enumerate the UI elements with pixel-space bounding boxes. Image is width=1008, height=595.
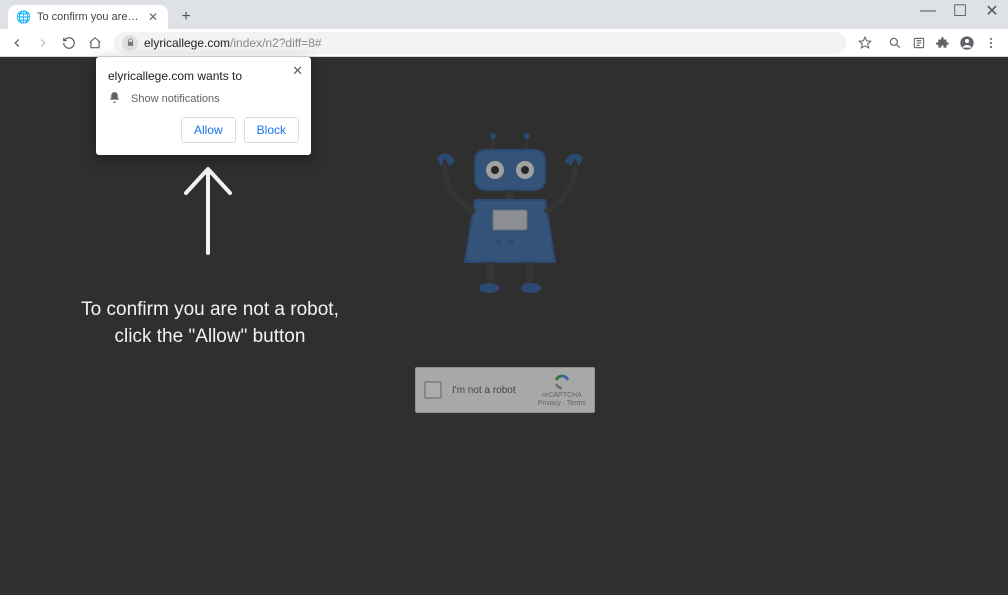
lock-icon[interactable]	[122, 35, 138, 51]
block-button[interactable]: Block	[244, 117, 299, 143]
star-icon[interactable]	[854, 32, 876, 54]
menu-icon[interactable]	[980, 32, 1002, 54]
tab-title: To confirm you are not a robot, c	[37, 11, 140, 23]
popup-origin: elyricallege.com wants to	[108, 69, 299, 83]
popup-permission-row: Show notifications	[108, 91, 299, 107]
window-controls: — ☐ ✕	[912, 0, 1008, 22]
popup-permission-text: Show notifications	[131, 93, 220, 105]
instruction-line1: To confirm you are not a robot,	[50, 297, 370, 324]
address-bar[interactable]: elyricallege.com/index/n2?diff=8#	[114, 32, 846, 54]
extensions-icon[interactable]	[932, 32, 954, 54]
instruction-line2: click the "Allow" button	[50, 324, 370, 351]
profile-icon[interactable]	[956, 32, 978, 54]
notification-popup: ✕ elyricallege.com wants to Show notific…	[96, 57, 311, 155]
minimize-button[interactable]: —	[912, 0, 944, 22]
bell-icon	[108, 91, 121, 107]
reload-button[interactable]	[58, 32, 80, 54]
globe-icon: 🌐	[16, 10, 31, 24]
recaptcha-legal: Privacy · Terms	[538, 400, 586, 408]
recaptcha-label: I'm not a robot	[452, 385, 528, 396]
robot-image	[415, 132, 605, 322]
page-content: ✕ elyricallege.com wants to Show notific…	[0, 57, 1008, 595]
search-icon[interactable]	[884, 32, 906, 54]
recaptcha-logo: reCAPTCHA Privacy · Terms	[538, 373, 586, 407]
popup-close-icon[interactable]: ✕	[292, 63, 303, 79]
close-tab-icon[interactable]: ✕	[146, 10, 160, 24]
forward-button[interactable]	[32, 32, 54, 54]
maximize-button[interactable]: ☐	[944, 0, 976, 22]
instruction-text: To confirm you are not a robot, click th…	[50, 297, 370, 350]
browser-tab[interactable]: 🌐 To confirm you are not a robot, c ✕	[8, 5, 168, 29]
toolbar: elyricallege.com/index/n2?diff=8#	[0, 29, 1008, 57]
home-button[interactable]	[84, 32, 106, 54]
new-tab-button[interactable]: +	[174, 5, 198, 29]
arrow-up-icon	[180, 165, 236, 255]
url-path: /index/n2?diff=8#	[230, 36, 322, 50]
recaptcha-brand: reCAPTCHA	[538, 392, 586, 400]
back-button[interactable]	[6, 32, 28, 54]
recaptcha-widget: I'm not a robot reCAPTCHA Privacy · Term…	[415, 367, 595, 413]
reader-icon[interactable]	[908, 32, 930, 54]
url-domain: elyricallege.com	[144, 36, 230, 50]
url-text: elyricallege.com/index/n2?diff=8#	[144, 36, 322, 50]
titlebar: 🌐 To confirm you are not a robot, c ✕ + …	[0, 0, 1008, 29]
recaptcha-checkbox[interactable]	[424, 381, 442, 399]
close-window-button[interactable]: ✕	[976, 0, 1008, 22]
allow-button[interactable]: Allow	[181, 117, 236, 143]
